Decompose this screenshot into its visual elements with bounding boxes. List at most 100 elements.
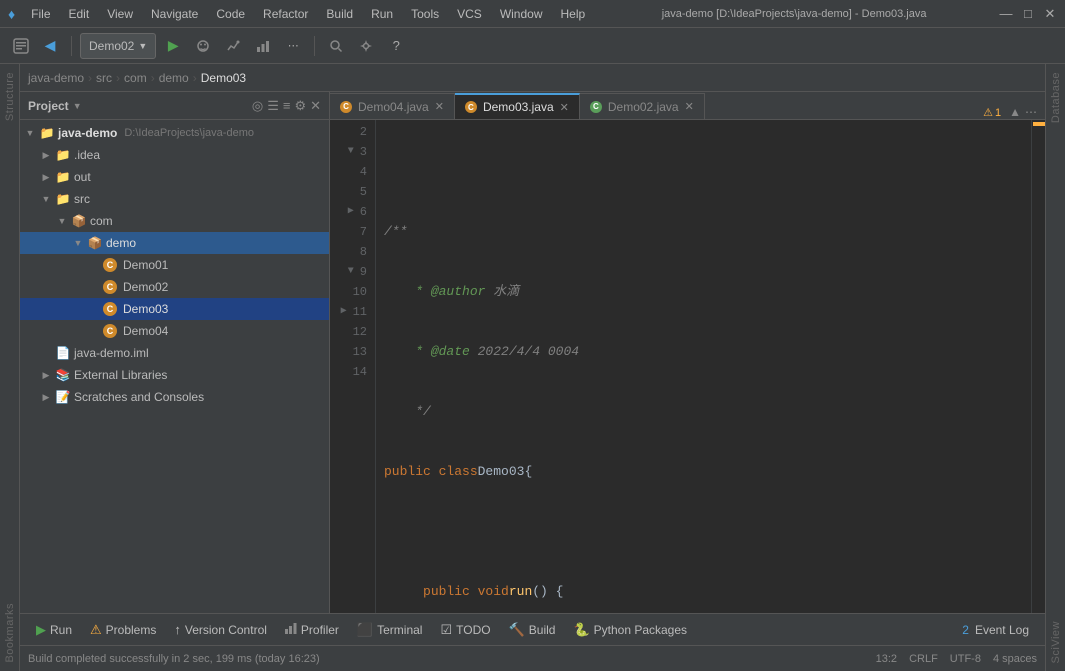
status-message: Build completed successfully in 2 sec, 1…	[28, 653, 320, 665]
expand-icon[interactable]: ▲	[1009, 105, 1021, 119]
breadcrumb-demo03[interactable]: Demo03	[201, 71, 246, 85]
line-ending[interactable]: CRLF	[909, 653, 938, 665]
tree-out[interactable]: ▶ 📁 out	[20, 166, 329, 188]
tree-demo04[interactable]: C Demo04	[20, 320, 329, 342]
menu-refactor[interactable]: Refactor	[259, 5, 312, 23]
menu-navigate[interactable]: Navigate	[147, 5, 202, 23]
breadcrumb-src[interactable]: src	[96, 71, 112, 85]
run-panel-button[interactable]: ▶ Run	[28, 618, 80, 642]
indent-setting[interactable]: 4 spaces	[993, 653, 1037, 665]
panel-header: Project ▼ ◎ ☰ ≡ ⚙ ✕	[20, 92, 329, 120]
breadcrumb-demo[interactable]: demo	[159, 71, 189, 85]
collapse-all-icon[interactable]: ≡	[283, 98, 291, 114]
run-icon: ▶	[36, 622, 46, 638]
more-tabs-icon[interactable]: ⋯	[1025, 105, 1037, 119]
file-tree: ▼ 📁 java-demo D:\IdeaProjects\java-demo …	[20, 120, 329, 613]
encoding[interactable]: UTF-8	[950, 653, 981, 665]
tree-demo[interactable]: ▼ 📦 demo	[20, 232, 329, 254]
tree-iml[interactable]: 📄 java-demo.iml	[20, 342, 329, 364]
editor-container: C Demo04.java ✕ C Demo03.java ✕ C Demo02…	[330, 92, 1045, 613]
expand-icon: ▶	[40, 391, 52, 403]
breadcrumb-java-demo[interactable]: java-demo	[28, 71, 84, 85]
back-button[interactable]: ◀	[37, 33, 63, 59]
tree-src[interactable]: ▼ 📁 src	[20, 188, 329, 210]
todo-button[interactable]: ☑ TODO	[432, 618, 498, 642]
menu-view[interactable]: View	[103, 5, 137, 23]
toolbar-separator-1	[71, 36, 72, 56]
tree-idea[interactable]: ▶ 📁 .idea	[20, 144, 329, 166]
menu-edit[interactable]: Edit	[65, 5, 94, 23]
tree-demo02[interactable]: C Demo02	[20, 276, 329, 298]
tab-demo03[interactable]: C Demo03.java ✕	[455, 93, 580, 119]
build-label: Build	[529, 623, 556, 637]
run-config-dropdown[interactable]: Demo02 ▼	[80, 33, 156, 59]
tab-class-icon: C	[590, 101, 602, 113]
expand-icon: ▼	[56, 215, 68, 227]
editor-area[interactable]: 2 ▼3 4 5 ▶6 7 8 ▼9 10 ▶11 12 13 14	[330, 120, 1045, 613]
version-control-button[interactable]: ↑ Version Control	[166, 618, 275, 642]
menu-window[interactable]: Window	[496, 5, 547, 23]
menu-tools[interactable]: Tools	[407, 5, 443, 23]
more-run-options[interactable]: ⋯	[280, 33, 306, 59]
tab-label: Demo02.java	[608, 100, 679, 114]
database-panel-label[interactable]: Database	[1048, 64, 1064, 131]
line-num-13: 13	[338, 342, 367, 362]
menu-code[interactable]: Code	[212, 5, 249, 23]
cursor-position[interactable]: 13:2	[876, 653, 897, 665]
tab-close-button[interactable]: ✕	[685, 100, 694, 113]
sciview-panel-label[interactable]: SciView	[1048, 613, 1064, 671]
code-line-9: public void run() {	[384, 582, 1031, 602]
help-button[interactable]: ?	[383, 33, 409, 59]
maximize-button[interactable]: □	[1021, 7, 1035, 21]
close-button[interactable]: ✕	[1043, 7, 1057, 21]
tree-root[interactable]: ▼ 📁 java-demo D:\IdeaProjects\java-demo	[20, 122, 329, 144]
tree-ext-libs[interactable]: ▶ 📚 External Libraries	[20, 364, 329, 386]
problems-panel-button[interactable]: ⚠ Problems	[82, 618, 164, 642]
bookmarks-panel-label[interactable]: Bookmarks	[2, 595, 18, 671]
python-packages-button[interactable]: 🐍 Python Packages	[565, 618, 695, 642]
tab-class-icon: C	[340, 101, 352, 113]
line-num-14: 14	[338, 362, 367, 382]
toolbar-left: ◀	[8, 33, 63, 59]
profiler-button[interactable]: Profiler	[277, 618, 347, 642]
profiler-icon	[285, 622, 297, 637]
event-log-label: Event Log	[975, 623, 1029, 637]
coverage-button[interactable]	[220, 33, 246, 59]
expand-all-icon[interactable]: ☰	[267, 98, 279, 114]
tab-close-button[interactable]: ✕	[435, 100, 444, 113]
profile-button[interactable]	[250, 33, 276, 59]
breadcrumb-com[interactable]: com	[124, 71, 147, 85]
tree-demo01[interactable]: C Demo01	[20, 254, 329, 276]
build-button[interactable]: 🔨 Build	[501, 618, 564, 642]
close-icon[interactable]: ✕	[310, 98, 321, 114]
tree-scratches[interactable]: ▶ 📝 Scratches and Consoles	[20, 386, 329, 408]
tree-demo03[interactable]: C Demo03	[20, 298, 329, 320]
warnings-badge[interactable]: ⚠ 1	[983, 106, 1001, 119]
line-num-9: ▼9	[338, 262, 367, 282]
debug-button[interactable]	[190, 33, 216, 59]
menu-file[interactable]: File	[27, 5, 54, 23]
class-icon: C	[103, 258, 117, 272]
tab-close-button[interactable]: ✕	[560, 101, 569, 114]
dropdown-arrow-icon[interactable]: ▼	[73, 101, 82, 111]
build-icon: 🔨	[509, 622, 525, 638]
settings-button[interactable]	[353, 33, 379, 59]
gear-icon[interactable]: ⚙	[294, 98, 306, 114]
tree-com[interactable]: ▼ 📦 com	[20, 210, 329, 232]
minimize-button[interactable]: —	[999, 7, 1013, 21]
package-icon: 📦	[71, 213, 87, 229]
menu-vcs[interactable]: VCS	[453, 5, 486, 23]
tab-demo02[interactable]: C Demo02.java ✕	[580, 93, 705, 119]
spacer	[88, 281, 100, 293]
locate-file-icon[interactable]: ◎	[252, 98, 263, 114]
tab-demo04[interactable]: C Demo04.java ✕	[330, 93, 455, 119]
event-log-button[interactable]: 2 Event Log	[954, 618, 1037, 642]
code-editor[interactable]: /** * @author 水滴 * @date 2022/4/4 0004 *…	[376, 120, 1031, 613]
terminal-button[interactable]: ⬛ Terminal	[349, 618, 431, 642]
menu-run[interactable]: Run	[367, 5, 397, 23]
menu-build[interactable]: Build	[322, 5, 357, 23]
run-button[interactable]: ▶	[160, 33, 186, 59]
structure-panel-label[interactable]: Structure	[2, 64, 18, 129]
search-everywhere-button[interactable]	[323, 33, 349, 59]
menu-help[interactable]: Help	[557, 5, 590, 23]
